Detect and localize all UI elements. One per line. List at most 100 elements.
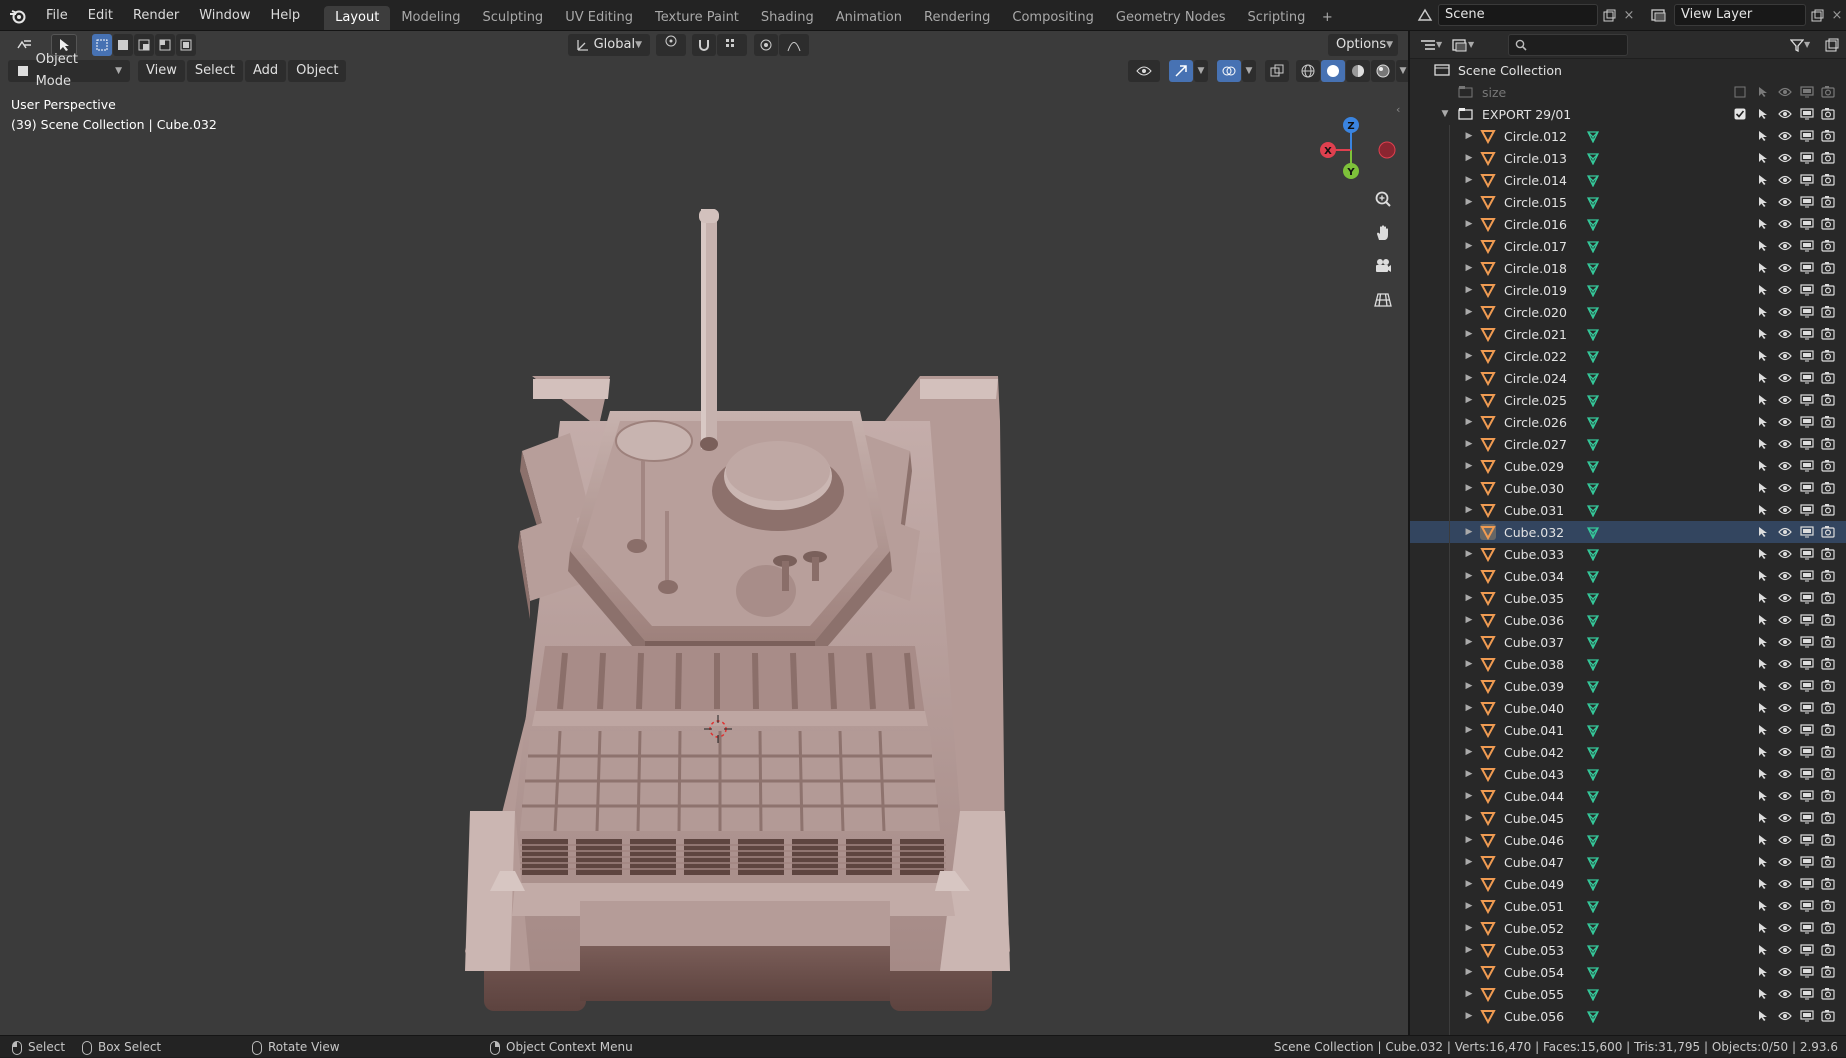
- expand-triangle-icon[interactable]: ▶: [1464, 813, 1474, 823]
- delete-view-layer-icon[interactable]: ×: [1828, 8, 1846, 23]
- selectable-arrow-icon[interactable]: [1755, 1008, 1771, 1024]
- shading-material-icon[interactable]: [1346, 60, 1370, 82]
- collection-row-export[interactable]: ▼ EXPORT 29/01: [1410, 103, 1846, 125]
- tab-layout[interactable]: Layout: [324, 5, 391, 30]
- select-mode-intersect-icon[interactable]: [176, 34, 196, 56]
- render-disable-icon[interactable]: [1820, 370, 1836, 386]
- proportional-edit-icon[interactable]: [754, 34, 778, 56]
- mesh-data-icon[interactable]: [1586, 745, 1600, 759]
- expand-triangle-icon[interactable]: ▶: [1464, 989, 1474, 999]
- render-disable-icon[interactable]: [1820, 568, 1836, 584]
- selectable-arrow-icon[interactable]: [1755, 106, 1771, 122]
- 3d-viewport[interactable]: Global ▼ Options ▼ Object Mode ▼ View Se…: [0, 31, 1408, 1035]
- outliner-object-row[interactable]: ▶ Circle.024: [1410, 367, 1846, 389]
- expand-triangle-icon[interactable]: ▶: [1464, 549, 1474, 559]
- menu-file[interactable]: File: [36, 0, 78, 31]
- outliner-object-row[interactable]: ▶ Cube.053: [1410, 939, 1846, 961]
- selectable-arrow-icon[interactable]: [1755, 524, 1771, 540]
- menu-edit[interactable]: Edit: [78, 0, 123, 31]
- mesh-data-icon[interactable]: [1586, 349, 1600, 363]
- expand-triangle-icon[interactable]: ▶: [1464, 923, 1474, 933]
- outliner-object-row[interactable]: ▶ Cube.047: [1410, 851, 1846, 873]
- mesh-data-icon[interactable]: [1586, 811, 1600, 825]
- mesh-data-icon[interactable]: [1586, 921, 1600, 935]
- visibility-eye-icon[interactable]: [1777, 876, 1793, 892]
- viewport-disable-icon[interactable]: [1799, 832, 1815, 848]
- outliner-object-row[interactable]: ▶ Cube.033: [1410, 543, 1846, 565]
- expand-triangle-icon[interactable]: ▶: [1464, 417, 1474, 427]
- selectable-arrow-icon[interactable]: [1755, 480, 1771, 496]
- outliner-object-row[interactable]: ▶ Cube.052: [1410, 917, 1846, 939]
- scene-name-field[interactable]: Scene: [1438, 4, 1598, 26]
- visibility-eye-icon[interactable]: [1777, 238, 1793, 254]
- tab-compositing[interactable]: Compositing: [1001, 6, 1105, 30]
- selectable-arrow-icon[interactable]: [1755, 722, 1771, 738]
- outliner-object-row[interactable]: ▶ Circle.025: [1410, 389, 1846, 411]
- mesh-data-icon[interactable]: [1586, 481, 1600, 495]
- selectable-arrow-icon[interactable]: [1755, 678, 1771, 694]
- view-layer-field[interactable]: View Layer: [1674, 4, 1806, 26]
- outliner-object-row[interactable]: ▶ Circle.026: [1410, 411, 1846, 433]
- viewport-disable-icon[interactable]: [1799, 392, 1815, 408]
- render-disable-icon[interactable]: [1820, 964, 1836, 980]
- outliner-object-row[interactable]: ▶ Cube.036: [1410, 609, 1846, 631]
- viewport-disable-icon[interactable]: [1799, 590, 1815, 606]
- outliner-object-row[interactable]: ▶ Cube.029: [1410, 455, 1846, 477]
- outliner-search-input[interactable]: [1508, 33, 1628, 56]
- selectable-arrow-icon[interactable]: [1755, 216, 1771, 232]
- select-mode-subtract-icon[interactable]: [134, 34, 154, 56]
- viewport-disable-icon[interactable]: [1799, 172, 1815, 188]
- selectable-arrow-icon[interactable]: [1755, 986, 1771, 1002]
- visibility-eye-icon[interactable]: [1777, 634, 1793, 650]
- selectable-arrow-icon[interactable]: [1755, 634, 1771, 650]
- render-disable-icon[interactable]: [1820, 326, 1836, 342]
- selectable-arrow-icon[interactable]: [1755, 546, 1771, 562]
- viewport-disable-icon[interactable]: [1799, 788, 1815, 804]
- gizmo-neg-x-axis[interactable]: [1378, 141, 1396, 159]
- expand-triangle-icon[interactable]: ▼: [1440, 109, 1450, 119]
- show-gizmo-icon[interactable]: [1169, 60, 1193, 82]
- mesh-data-icon[interactable]: [1586, 459, 1600, 473]
- viewport-disable-icon[interactable]: [1799, 722, 1815, 738]
- expand-triangle-icon[interactable]: ▶: [1464, 879, 1474, 889]
- mesh-data-icon[interactable]: [1586, 701, 1600, 715]
- outliner-object-row[interactable]: ▶ Cube.044: [1410, 785, 1846, 807]
- visibility-eye-icon[interactable]: [1777, 612, 1793, 628]
- viewport-disable-icon[interactable]: [1799, 502, 1815, 518]
- pan-hand-icon[interactable]: [1370, 220, 1396, 246]
- render-disable-icon[interactable]: [1820, 634, 1836, 650]
- mesh-data-icon[interactable]: [1586, 151, 1600, 165]
- visibility-eye-icon[interactable]: [1777, 436, 1793, 452]
- outliner-object-row[interactable]: ▶ Cube.042: [1410, 741, 1846, 763]
- visibility-eye-icon[interactable]: [1777, 282, 1793, 298]
- selectable-arrow-icon[interactable]: [1755, 414, 1771, 430]
- render-disable-icon[interactable]: [1820, 876, 1836, 892]
- outliner-object-row[interactable]: ▶ Circle.016: [1410, 213, 1846, 235]
- snap-toggle-icon[interactable]: [692, 34, 716, 56]
- toggle-perspective-grid-icon[interactable]: [1370, 287, 1396, 313]
- shading-options-icon[interactable]: ▼: [1396, 60, 1408, 82]
- mesh-data-icon[interactable]: [1586, 261, 1600, 275]
- render-disable-icon[interactable]: [1820, 150, 1836, 166]
- expand-triangle-icon[interactable]: ▶: [1464, 637, 1474, 647]
- render-disable-icon[interactable]: [1820, 700, 1836, 716]
- viewport-disable-icon[interactable]: [1799, 370, 1815, 386]
- render-disable-icon[interactable]: [1820, 458, 1836, 474]
- viewport-disable-icon[interactable]: [1799, 986, 1815, 1002]
- selectable-arrow-icon[interactable]: [1755, 964, 1771, 980]
- visibility-eye-icon[interactable]: [1777, 986, 1793, 1002]
- render-disable-icon[interactable]: [1820, 348, 1836, 364]
- outliner-object-row[interactable]: ▶ Cube.043: [1410, 763, 1846, 785]
- viewport-disable-icon[interactable]: [1799, 150, 1815, 166]
- outliner-object-row[interactable]: ▶ Cube.038: [1410, 653, 1846, 675]
- viewport-disable-icon[interactable]: [1799, 84, 1815, 100]
- expand-triangle-icon[interactable]: ▶: [1464, 461, 1474, 471]
- mesh-data-icon[interactable]: [1586, 943, 1600, 957]
- visibility-eye-icon[interactable]: [1777, 414, 1793, 430]
- viewport-disable-icon[interactable]: [1799, 282, 1815, 298]
- viewport-disable-icon[interactable]: [1799, 942, 1815, 958]
- mesh-data-icon[interactable]: [1586, 635, 1600, 649]
- outliner-object-row[interactable]: ▶ Cube.035: [1410, 587, 1846, 609]
- filter-icon[interactable]: ▼: [1790, 34, 1818, 56]
- mesh-data-icon[interactable]: [1586, 679, 1600, 693]
